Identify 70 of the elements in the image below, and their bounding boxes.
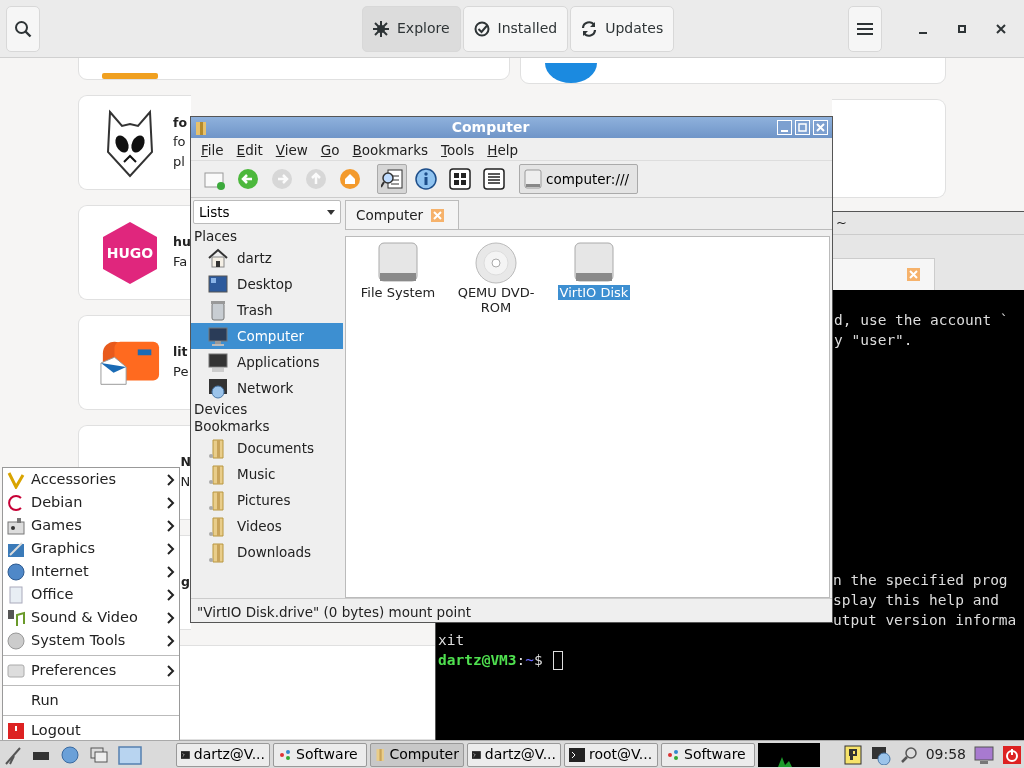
sidebar-item[interactable]: Music	[191, 461, 343, 487]
tab[interactable]: Installed	[462, 5, 569, 52]
app-card[interactable]: lit Pe	[78, 315, 191, 410]
terminal-text: n the specified prog	[833, 571, 1009, 590]
menu-item[interactable]: System Tools	[3, 629, 179, 652]
menu-item[interactable]: Edit	[236, 140, 263, 158]
menu-item[interactable]: Help	[487, 140, 519, 158]
taskbar-button[interactable]: Software	[273, 742, 367, 767]
app-card[interactable]: HUGO hu Fa	[78, 205, 191, 300]
app-description: Pe	[173, 363, 189, 382]
app-name: N	[180, 453, 191, 472]
terminal-text: utput version informa	[833, 611, 1018, 630]
status-text: "VirtIO Disk.drive" (0 bytes) mount point	[191, 598, 832, 622]
menu-item[interactable]: Preferences	[3, 659, 179, 682]
terminal-text: y "user".	[834, 331, 914, 350]
menu-item[interactable]: Logout	[3, 719, 179, 742]
sidebar-item[interactable]: Videos	[191, 513, 343, 539]
taskbar-button[interactable]: dartz@V...	[467, 742, 561, 767]
taskbar-button[interactable]: dartz@V...	[176, 742, 270, 767]
app-name: hu	[173, 233, 191, 252]
app-description: Fa	[173, 253, 189, 272]
clock: 09:58	[925, 745, 966, 764]
taskbar-button[interactable]: root@V...	[564, 742, 658, 767]
hexagon-icon: HUGO	[100, 219, 160, 286]
terminal-text: splay this help and	[833, 591, 1000, 610]
app-name: fo	[173, 113, 188, 132]
location-button[interactable]: computer:///	[519, 164, 639, 194]
sidebar-item[interactable]: Network	[191, 375, 343, 401]
sidebar-item[interactable]: Trash	[191, 297, 343, 323]
app-card[interactable]: fo fo pl	[78, 95, 191, 190]
sidebar-item[interactable]: Applications	[191, 349, 343, 375]
section-heading: Devices	[193, 401, 249, 418]
menu-item[interactable]: View	[275, 140, 308, 158]
sidebar-item[interactable]: Desktop	[191, 271, 343, 297]
terminal-text: xit	[438, 631, 466, 650]
disc-item[interactable]: QEMU DVD-ROM	[452, 241, 540, 315]
menu-item[interactable]: Bookmarks	[352, 140, 428, 158]
terminal-text: d, use the account `	[834, 311, 1010, 330]
menu-item[interactable]: Internet	[3, 560, 179, 583]
menu-item[interactable]: Run	[3, 689, 179, 712]
drive-item[interactable]: File System	[354, 241, 442, 300]
taskbar-button[interactable]: Software	[661, 742, 755, 767]
tab[interactable]: Explore	[362, 5, 461, 52]
section-heading: Places	[193, 228, 238, 245]
menu-item[interactable]: Sound & Video	[3, 606, 179, 629]
app-name: lit	[173, 343, 189, 362]
sidebar-item[interactable]: Documents	[191, 435, 343, 461]
menu-item[interactable]: Go	[320, 140, 340, 158]
prompt-text: dartz@VM3:~$	[438, 651, 543, 670]
menu-item[interactable]: Debian	[3, 491, 179, 514]
sidebar-item[interactable]: Downloads	[191, 539, 343, 565]
menu-item[interactable]: Games	[3, 514, 179, 537]
tab[interactable]: Computer	[345, 200, 460, 229]
window-title: ~	[836, 214, 847, 233]
window-title: Computer	[450, 118, 531, 137]
tab[interactable]: Updates	[570, 5, 675, 52]
app-description: pl	[173, 152, 186, 171]
menu-item[interactable]: Accessories	[3, 468, 179, 491]
menu-item[interactable]: Office	[3, 583, 179, 606]
app-description: N	[180, 473, 191, 492]
sidebar-item[interactable]: dartz	[191, 245, 343, 271]
menu-item[interactable]: File	[201, 140, 224, 158]
app-name: g	[181, 573, 190, 592]
sidebar-item[interactable]: Pictures	[191, 487, 343, 513]
side-pane-dropdown[interactable]: Lists	[193, 200, 341, 224]
section-heading: Bookmarks	[193, 418, 271, 435]
taskbar-button[interactable]: Computer	[370, 742, 464, 767]
menu-item[interactable]: Graphics	[3, 537, 179, 560]
app-description: fo	[173, 133, 187, 152]
menu-item[interactable]: Tools	[441, 140, 475, 158]
